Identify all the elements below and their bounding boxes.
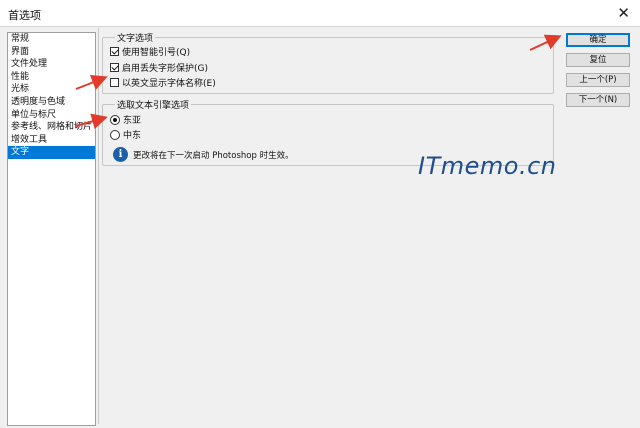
sidebar-item-plugins[interactable]: 增效工具 xyxy=(8,134,95,147)
english-font-names-label: 以英文显示字体名称(E) xyxy=(122,79,216,89)
info-icon: i xyxy=(113,147,128,162)
sidebar-item-general[interactable]: 常规 xyxy=(8,33,95,46)
category-list: 常规 界面 文件处理 性能 光标 透明度与色域 单位与标尺 参考线、网格和切片 … xyxy=(7,32,96,426)
smart-quotes-option[interactable]: 使用智能引号(Q) xyxy=(110,45,190,58)
prev-button[interactable]: 上一个(P) xyxy=(566,73,630,87)
english-font-names-checkbox[interactable] xyxy=(110,78,119,87)
middle-east-radio[interactable] xyxy=(110,129,120,140)
east-asian-option[interactable]: 东亚 xyxy=(110,113,141,126)
watermark-text: ITmemo.cn xyxy=(418,152,557,180)
sidebar-item-performance[interactable]: 性能 xyxy=(8,71,95,84)
ok-button[interactable]: 确定 xyxy=(566,33,630,47)
sidebar-item-guides-grid[interactable]: 参考线、网格和切片 xyxy=(8,121,95,134)
missing-glyph-checkbox[interactable] xyxy=(110,63,119,72)
smart-quotes-checkbox[interactable] xyxy=(110,47,119,56)
missing-glyph-option[interactable]: 启用丢失字形保护(G) xyxy=(110,61,208,74)
window-title: 首选项 xyxy=(8,9,41,22)
text-options-legend: 文字选项 xyxy=(115,31,156,44)
missing-glyph-label: 启用丢失字形保护(G) xyxy=(122,64,208,74)
middle-east-option[interactable]: 中东 xyxy=(110,128,141,141)
title-bar: 首选项 ✕ xyxy=(0,0,640,27)
restart-notice: 更改将在下一次启动 Photoshop 时生效。 xyxy=(133,151,294,161)
close-icon[interactable]: ✕ xyxy=(617,4,630,22)
english-font-names-option[interactable]: 以英文显示字体名称(E) xyxy=(110,76,216,89)
text-engine-legend: 选取文本引擎选项 xyxy=(115,98,192,111)
next-button[interactable]: 下一个(N) xyxy=(566,93,630,107)
sidebar-item-type[interactable]: 文字 xyxy=(8,146,95,159)
east-asian-radio[interactable] xyxy=(110,114,120,125)
reset-button[interactable]: 复位 xyxy=(566,53,630,67)
smart-quotes-label: 使用智能引号(Q) xyxy=(122,48,191,58)
sidebar-item-cursors[interactable]: 光标 xyxy=(8,83,95,96)
sidebar-item-transparency[interactable]: 透明度与色域 xyxy=(8,96,95,109)
sidebar-item-units-rulers[interactable]: 单位与标尺 xyxy=(8,109,95,122)
sidebar-item-file-handling[interactable]: 文件处理 xyxy=(8,58,95,71)
sidebar-item-interface[interactable]: 界面 xyxy=(8,46,95,59)
middle-east-label: 中东 xyxy=(123,131,142,141)
east-asian-label: 东亚 xyxy=(123,116,142,126)
